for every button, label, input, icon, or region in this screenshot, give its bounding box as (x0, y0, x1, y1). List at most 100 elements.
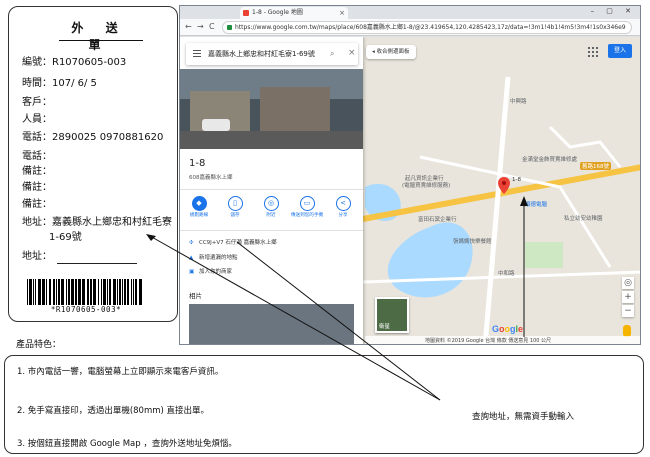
features-box: 1. 市內電話一響，電腦螢幕上立即顯示來電客戶資訊。 2. 免手寫直接印，透過出… (4, 355, 644, 454)
callout-text: 查詢地址，無需資手動輸入 (472, 410, 575, 422)
receipt-field-note-3: 備註： (22, 199, 52, 210)
receipt-field-staff: 人員： (22, 114, 52, 125)
tab-close-icon[interactable]: × (339, 7, 345, 19)
send-to-phone-icon: ▭ (299, 196, 315, 211)
photo-thumbnail[interactable] (189, 304, 354, 344)
search-input[interactable]: 嘉義縣水上鄉忠和村紅毛寮1-69號 (208, 43, 318, 65)
barcode-bar (139, 279, 142, 305)
receipt-field-customer: 客戶： (22, 97, 52, 108)
place-photo[interactable] (180, 69, 363, 149)
barcode-bar (87, 279, 89, 305)
zoom-in-button[interactable]: + (622, 291, 634, 303)
barcode-bar (119, 279, 121, 305)
barcode-bar (61, 279, 64, 305)
satellite-toggle[interactable]: 衛星 (375, 297, 409, 333)
map-label-poi-3: 順德電腦 (525, 202, 548, 208)
map-label-street-1: 中興路 (510, 99, 527, 105)
maps-favicon-icon (243, 10, 249, 16)
add-business-row[interactable]: ▣ 加入你的商家 (189, 267, 232, 275)
google-maps-page: 舊路168號 1-8 起凡資訊企業行 (電腦買賣維修服務) 金滿堂金飾買賣維修處… (180, 37, 640, 344)
browser-window: 1-8 - Google 地圖 × – ▢ ✕ ← → C https://ww… (179, 5, 641, 345)
barcode-bar (68, 279, 70, 305)
map-footer[interactable]: 地圖資料 ©2019 Google 台灣 條款 傳送意見 100 公尺 (365, 336, 640, 344)
tab-bar: 1-8 - Google 地圖 × – ▢ ✕ (180, 6, 640, 19)
zoom-out-button[interactable]: − (622, 305, 634, 317)
place-panel: 嘉義縣水上鄉忠和村紅毛寮1-69號 ⌕ × 1-8 608嘉義縣水上鄉 ◆ 規劃… (180, 37, 363, 344)
share-button[interactable]: < 分享 (326, 196, 360, 219)
reload-icon[interactable]: C (209, 21, 215, 33)
barcode-bar (98, 279, 99, 305)
search-icon[interactable]: ⌕ (330, 49, 334, 59)
apps-grid-icon[interactable] (588, 47, 598, 57)
delivery-receipt: 外 送 單 編號：R1070605-003 時間：107/ 6/ 5 客戶： 人… (8, 6, 178, 322)
receipt-field-time: 時間：107/ 6/ 5 (22, 78, 97, 89)
barcode-bar (113, 279, 116, 305)
receipt-field-number: 編號：R1070605-003 (22, 57, 127, 68)
barcode-bar (109, 279, 111, 305)
collapse-panel-button[interactable]: ◂ 收合側邊面板 (366, 45, 416, 59)
add-business-icon: ▣ (189, 269, 195, 275)
missing-place-icon: ▲ (189, 255, 194, 261)
window-controls[interactable]: – ▢ ✕ (591, 7, 636, 15)
photos-heading: 相片 (189, 292, 202, 300)
feature-item-2: 2. 免手寫直接印，透過出單機(80mm) 直接出單。 (17, 406, 210, 416)
receipt-field-phone-2: 電話： (22, 151, 52, 162)
barcode-bar (71, 279, 74, 305)
signin-button[interactable]: 登入 (608, 44, 632, 58)
share-icon: < (335, 196, 351, 211)
action-label: 規劃路線 (189, 213, 209, 218)
barcode-bar (53, 279, 55, 305)
road-label: 舊路168號 (580, 162, 611, 170)
map-label-street-2: 中和路 (498, 271, 515, 277)
barcode-bar (27, 279, 28, 305)
lock-icon (227, 25, 232, 30)
menu-icon[interactable] (193, 50, 201, 57)
barcode-bar (82, 279, 85, 305)
add-missing-place-row[interactable]: ▲ 新增遺漏的地點 (189, 253, 238, 261)
nearby-icon: ◎ (263, 196, 279, 211)
map-label-poi-6: 張媽媽快樂餐館 (453, 239, 492, 245)
barcode-bar (124, 279, 126, 305)
save-button[interactable]: ▯ 儲存 (218, 196, 252, 219)
tab-google-maps[interactable]: 1-8 - Google 地圖 × (240, 7, 348, 19)
barcode-bar (58, 279, 60, 305)
google-logo: Google (492, 324, 524, 334)
park-area (525, 242, 563, 268)
receipt-field-note-1: 備註： (22, 166, 52, 177)
my-location-icon[interactable]: ◎ (622, 277, 634, 289)
title-underline (59, 40, 143, 41)
receipt-field-phone: 電話：2890025 0970881620 (22, 132, 164, 143)
send-to-phone-button[interactable]: ▭ 傳送到您的手機 (290, 196, 324, 219)
back-icon[interactable]: ← (185, 21, 192, 33)
nearby-button[interactable]: ◎ 附近 (254, 196, 288, 219)
barcode-bar (49, 279, 51, 305)
barcode-bar (135, 279, 137, 305)
satellite-label: 衛星 (379, 324, 391, 330)
place-subtitle: 608嘉義縣水上鄉 (189, 175, 233, 181)
barcode-bar (66, 279, 67, 305)
receipt-field-address-cont: 1-69號 (49, 232, 82, 243)
directions-button[interactable]: ◆ 規劃路線 (182, 196, 216, 219)
barcode-bar (103, 279, 106, 305)
action-row: ◆ 規劃路線 ▯ 儲存 ◎ 附近 ▭ 傳送到您的手機 < 分享 (180, 189, 363, 231)
action-label: 附近 (266, 213, 276, 218)
map-label-poi-4: 富田石窯企業行 (418, 217, 457, 223)
close-icon[interactable]: × (348, 48, 356, 58)
address-bar[interactable]: https://www.google.com.tw/maps/place/608… (222, 21, 632, 34)
street-photo (180, 69, 363, 149)
barcode (27, 279, 142, 305)
forward-icon[interactable]: → (197, 21, 204, 33)
receipt-title: 外 送 單 (71, 21, 127, 52)
barcode-bar (117, 279, 118, 305)
save-icon: ▯ (227, 196, 243, 211)
barcode-bar (101, 279, 102, 305)
map-label-pin: 1-8 (512, 177, 521, 183)
barcode-bar (107, 279, 108, 305)
plus-code-row[interactable]: ✣ CC9J+V7 石仔瀨 嘉義縣水上鄉 (189, 238, 277, 246)
browser-toolbar: ← → C https://www.google.com.tw/maps/pla… (180, 19, 640, 36)
barcode-bar (75, 279, 77, 305)
barcode-bar (42, 279, 45, 305)
search-box[interactable]: 嘉義縣水上鄉忠和村紅毛寮1-69號 ⌕ × (186, 43, 358, 65)
directions-icon: ◆ (191, 196, 207, 211)
receipt-field-address-2: 地址： (22, 251, 52, 262)
